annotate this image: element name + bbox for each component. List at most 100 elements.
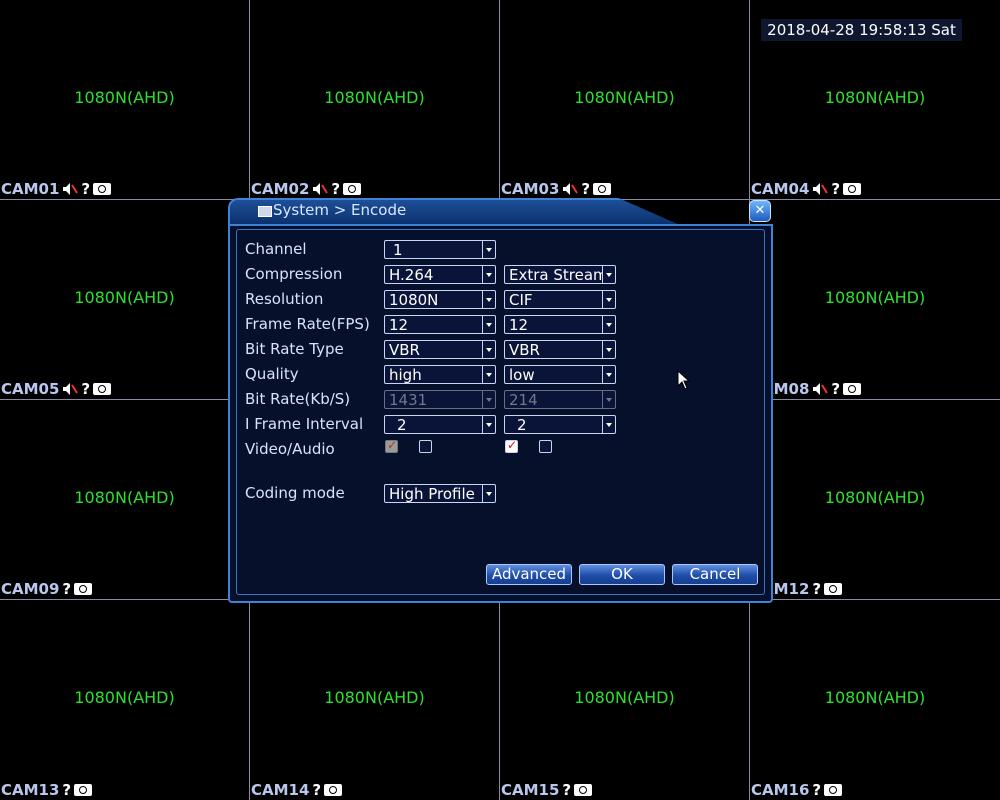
- extra-stream-select[interactable]: Extra Stream: [504, 265, 616, 284]
- main-audio-checkbox[interactable]: [419, 440, 432, 453]
- chevron-down-icon: [482, 291, 495, 308]
- chevron-down-icon: [482, 416, 495, 433]
- chevron-down-icon: [602, 341, 615, 358]
- coding-mode-label: Coding mode: [245, 484, 345, 502]
- camera-tile[interactable]: 1080N(AHD) CAM13 ?: [0, 600, 250, 800]
- chevron-down-icon: [482, 366, 495, 383]
- select-value: high: [389, 366, 422, 384]
- resolution-select[interactable]: 1080N: [384, 290, 496, 309]
- coding-mode-select[interactable]: High Profile: [384, 484, 496, 503]
- resolution-label: 1080N(AHD): [74, 688, 175, 707]
- speaker-muted-icon: [813, 383, 829, 395]
- camera-icon: [74, 583, 93, 595]
- select-value: 12: [509, 316, 529, 334]
- resolution-label: 1080N(AHD): [824, 88, 926, 107]
- camera-name: CAM03: [501, 180, 560, 198]
- cancel-button[interactable]: Cancel: [672, 564, 758, 585]
- camera-label: CAM09 ?: [1, 580, 93, 598]
- camera-label: CAM04 ?: [751, 180, 862, 198]
- camera-label: CAM01 ?: [1, 180, 112, 198]
- camera-tile[interactable]: 1080N(AHD) CAM02 ?: [250, 0, 500, 200]
- mouse-pointer-icon: [677, 370, 691, 390]
- camera-tile[interactable]: 1080N(AHD) CAM08 ?: [750, 200, 1000, 400]
- question-icon: ?: [581, 180, 591, 198]
- resolution-label: 1080N(AHD): [824, 688, 926, 707]
- resolution-label: 1080N(AHD): [824, 488, 926, 507]
- camera-tile[interactable]: 1080N(AHD) CAM14 ?: [250, 600, 500, 800]
- camera-tile[interactable]: 1080N(AHD) CAM03 ?: [500, 0, 750, 200]
- compression-select[interactable]: H.264: [384, 265, 496, 284]
- chevron-down-icon: [602, 416, 615, 433]
- channel-select[interactable]: 1: [384, 240, 496, 259]
- camera-icon: [593, 183, 612, 195]
- question-icon: ?: [831, 180, 841, 198]
- resolution-label: 1080N(AHD): [74, 288, 175, 307]
- dialog-body: Channel Compression Resolution Frame Rat…: [228, 224, 773, 603]
- extra-audio-checkbox[interactable]: [539, 440, 552, 453]
- camera-icon: [574, 784, 593, 796]
- extra-quality-select[interactable]: low: [504, 365, 616, 384]
- camera-label: CAM13 ?: [1, 781, 93, 799]
- camera-name: CAM01: [1, 180, 60, 198]
- frame-rate-select[interactable]: 12: [384, 315, 496, 334]
- chevron-down-icon: [482, 391, 495, 408]
- camera-name: CAM16: [751, 781, 810, 799]
- camera-tile[interactable]: 1080N(AHD) CAM12 ?: [750, 400, 1000, 600]
- camera-tile[interactable]: 1080N(AHD) CAM15 ?: [500, 600, 750, 800]
- ok-button[interactable]: OK: [579, 564, 665, 585]
- camera-name: CAM13: [1, 781, 60, 799]
- camera-tile[interactable]: 1080N(AHD) CAM16 ?: [750, 600, 1000, 800]
- camera-tile[interactable]: 1080N(AHD) CAM01 ?: [0, 0, 250, 200]
- camera-label: CAM16 ?: [751, 781, 843, 799]
- camera-label: CAM03 ?: [501, 180, 612, 198]
- camera-icon: [824, 784, 843, 796]
- camera-icon: [843, 183, 862, 195]
- chevron-down-icon: [482, 241, 495, 258]
- camera-tile[interactable]: 1080N(AHD) CAM05 ?: [0, 200, 250, 400]
- dialog-title: System > Encode: [273, 201, 407, 219]
- select-value: Extra Stream: [509, 266, 603, 284]
- resolution-label: 1080N(AHD): [74, 488, 175, 507]
- extra-i-frame-interval-select[interactable]: 2: [504, 415, 616, 434]
- camera-name: CAM04: [751, 180, 810, 198]
- bit-rate-type-select[interactable]: VBR: [384, 340, 496, 359]
- chevron-down-icon: [602, 366, 615, 383]
- question-icon: ?: [831, 380, 841, 398]
- speaker-muted-icon: [563, 183, 579, 195]
- camera-label: CAM05 ?: [1, 380, 112, 398]
- resolution-label: 1080N(AHD): [574, 88, 675, 107]
- extra-video-checkbox[interactable]: [505, 438, 518, 453]
- camera-name: CAM09: [1, 580, 60, 598]
- resolution-label: 1080N(AHD): [74, 88, 175, 107]
- speaker-muted-icon: [63, 183, 79, 195]
- chevron-down-icon: [602, 266, 615, 283]
- bit-rate-select: 1431: [384, 390, 496, 409]
- extra-resolution-select[interactable]: CIF: [504, 290, 616, 309]
- advanced-button[interactable]: Advanced: [486, 564, 572, 585]
- frame-rate-label: Frame Rate(FPS): [245, 315, 370, 333]
- camera-name: CAM14: [251, 781, 310, 799]
- encode-dialog: System > Encode ✕ Channel Compression Re…: [228, 198, 773, 603]
- close-icon[interactable]: ✕: [749, 200, 771, 222]
- question-icon: ?: [62, 580, 72, 598]
- select-value: VBR: [509, 341, 540, 359]
- select-value: 1: [393, 241, 403, 259]
- select-value: CIF: [509, 291, 533, 309]
- bit-rate-type-label: Bit Rate Type: [245, 340, 344, 358]
- camera-label: CAM14 ?: [251, 781, 343, 799]
- camera-label: CAM02 ?: [251, 180, 362, 198]
- chevron-down-icon: [602, 391, 615, 408]
- i-frame-interval-select[interactable]: 2: [384, 415, 496, 434]
- extra-bit-rate-type-select[interactable]: VBR: [504, 340, 616, 359]
- select-value: H.264: [389, 266, 434, 284]
- camera-icon: [824, 583, 843, 595]
- select-value: 12: [389, 316, 409, 334]
- extra-frame-rate-select[interactable]: 12: [504, 315, 616, 334]
- quality-select[interactable]: high: [384, 365, 496, 384]
- monitor-icon: [258, 206, 272, 217]
- camera-tile[interactable]: 1080N(AHD) CAM09 ?: [0, 400, 250, 600]
- question-icon: ?: [812, 781, 822, 799]
- speaker-muted-icon: [813, 183, 829, 195]
- select-value: 2: [517, 416, 527, 434]
- chevron-down-icon: [602, 316, 615, 333]
